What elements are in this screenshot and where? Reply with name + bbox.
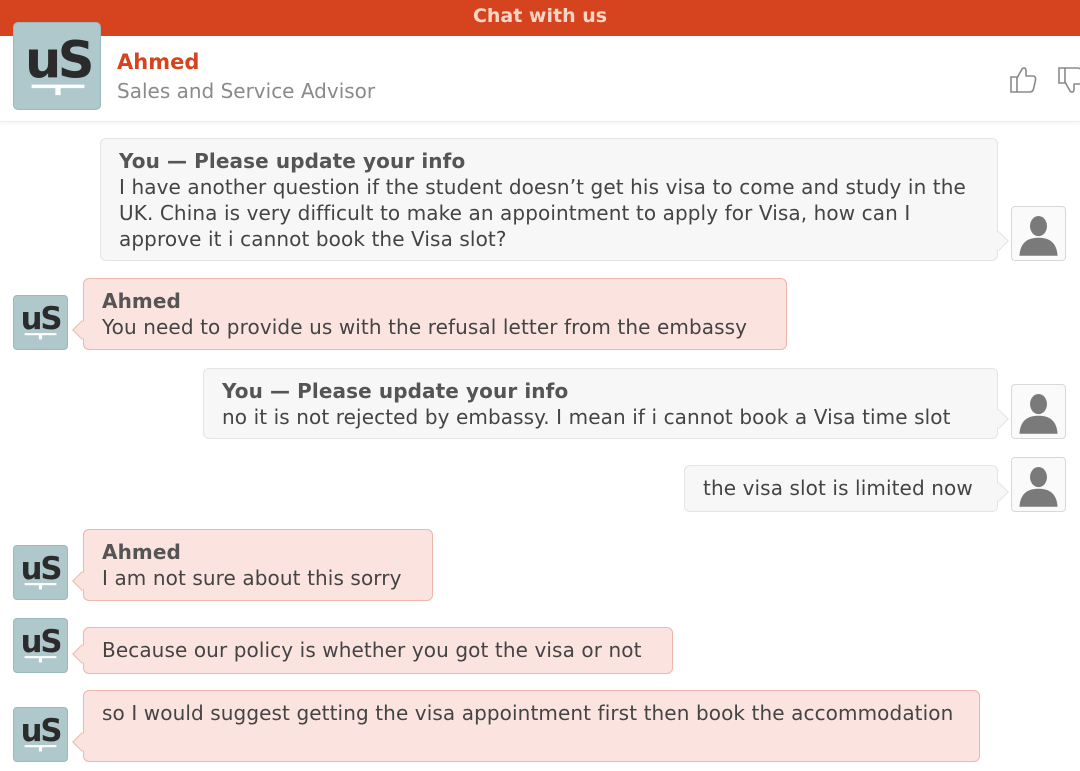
message-sender: You — Please update your info bbox=[222, 379, 569, 403]
message-text: You need to provide us with the refusal … bbox=[102, 315, 748, 339]
us-logo-icon bbox=[20, 623, 61, 663]
message-bubble-user: You — Please update your info I have ano… bbox=[100, 138, 1009, 261]
user-silhouette-icon bbox=[1019, 394, 1058, 434]
message-text: no it is not rejected by embassy. I mean… bbox=[222, 405, 951, 429]
agent-avatar-small bbox=[13, 545, 68, 600]
agent-avatar-small bbox=[13, 618, 68, 673]
user-avatar bbox=[1011, 206, 1066, 261]
agent-avatar-small bbox=[13, 295, 68, 350]
message-sender: Ahmed bbox=[102, 540, 181, 564]
message-bubble-agent: so I would suggest getting the visa appo… bbox=[72, 690, 980, 762]
agent-avatar bbox=[13, 22, 101, 110]
message-list[interactable]: You — Please update your info I have ano… bbox=[0, 122, 1080, 771]
message-bubble-agent: Ahmed I am not sure about this sorry bbox=[72, 529, 433, 601]
thumbs-down-button[interactable] bbox=[1054, 63, 1080, 97]
agent-avatar-small bbox=[13, 707, 68, 762]
us-logo-icon bbox=[24, 31, 92, 96]
message-text: I have another question if the student d… bbox=[119, 175, 966, 251]
message-text: so I would suggest getting the visa appo… bbox=[102, 701, 954, 725]
user-silhouette-icon bbox=[1019, 216, 1058, 256]
user-silhouette-icon bbox=[1019, 467, 1058, 507]
us-logo-icon bbox=[20, 550, 61, 590]
thumbs-up-button[interactable] bbox=[1006, 63, 1040, 97]
agent-name: Ahmed bbox=[117, 50, 200, 74]
message-sender: You — Please update your info bbox=[119, 149, 466, 173]
message-bubble-user: the visa slot is limited now bbox=[684, 465, 1009, 512]
message-text: I am not sure about this sorry bbox=[102, 566, 402, 590]
message-sender: Ahmed bbox=[102, 289, 181, 313]
user-avatar bbox=[1011, 384, 1066, 439]
message-bubble-user: You — Please update your info no it is n… bbox=[203, 368, 1009, 439]
agent-role: Sales and Service Advisor bbox=[117, 79, 376, 103]
thumbs-up-icon bbox=[1010, 67, 1037, 93]
message-text: Because our policy is whether you got th… bbox=[102, 638, 642, 662]
thumbs-down-icon bbox=[1058, 67, 1080, 93]
chat-window-title: Chat with us bbox=[0, 0, 1080, 36]
message-bubble-agent: Because our policy is whether you got th… bbox=[72, 627, 673, 674]
us-logo-icon bbox=[20, 300, 61, 340]
user-avatar bbox=[1011, 457, 1066, 512]
message-text: the visa slot is limited now bbox=[703, 476, 973, 500]
us-logo-icon bbox=[20, 712, 61, 752]
message-bubble-agent: Ahmed You need to provide us with the re… bbox=[72, 278, 787, 350]
